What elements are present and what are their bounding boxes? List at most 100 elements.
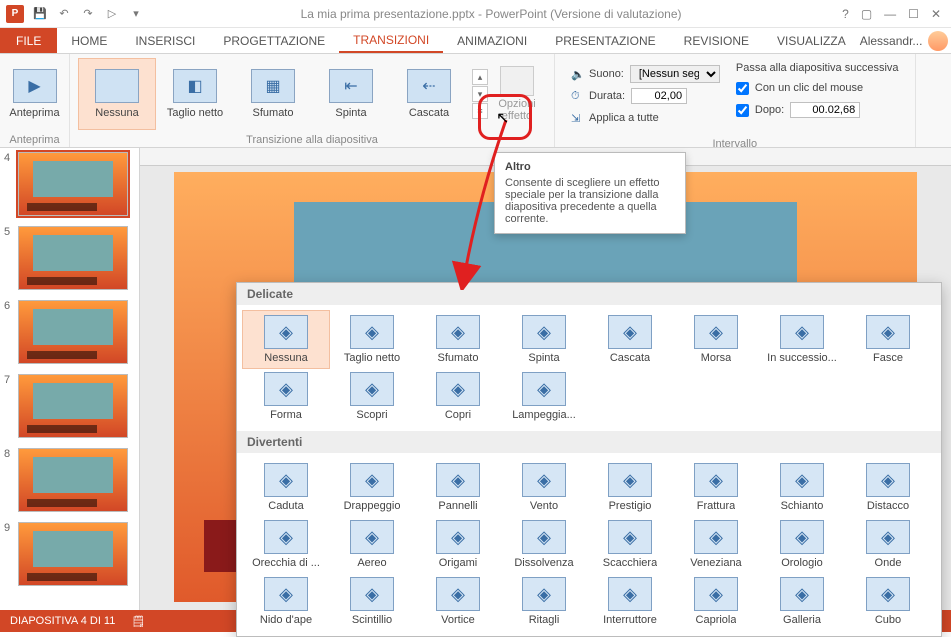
slide-thumb-4[interactable]: 4	[4, 152, 135, 216]
transition-icon: ◈	[608, 463, 652, 497]
close-icon[interactable]: ✕	[931, 7, 941, 21]
redo-icon[interactable]: ↷	[80, 6, 96, 22]
transition-nessuna[interactable]: Nessuna	[78, 58, 156, 130]
gallery-item[interactable]: ◈Ritagli	[501, 573, 587, 630]
gallery-item[interactable]: ◈Nessuna	[243, 311, 329, 368]
gallery-item[interactable]: ◈Nido d'ape	[243, 573, 329, 630]
gallery-item-label: Nessuna	[264, 352, 307, 364]
slide-thumb-6[interactable]: 6	[4, 300, 135, 364]
tab-home[interactable]: HOME	[57, 28, 121, 53]
user-area[interactable]: Alessandr...	[860, 28, 951, 53]
gallery-item[interactable]: ◈Scopri	[329, 368, 415, 425]
transition-icon: ◈	[350, 577, 394, 611]
transition-cascata[interactable]: ⇠ Cascata	[390, 58, 468, 130]
ribbon-collapse-icon[interactable]: ▢	[861, 7, 872, 21]
gallery-item[interactable]: ◈Copri	[415, 368, 501, 425]
after-input[interactable]	[790, 102, 860, 118]
file-tab[interactable]: FILE	[0, 28, 57, 53]
slide-thumb-7[interactable]: 7	[4, 374, 135, 438]
tab-progettazione[interactable]: PROGETTAZIONE	[209, 28, 339, 53]
slide-thumb-8[interactable]: 8	[4, 448, 135, 512]
tab-revisione[interactable]: REVISIONE	[670, 28, 763, 53]
gallery-item[interactable]: ◈Capriola	[673, 573, 759, 630]
save-icon[interactable]: 💾	[32, 6, 48, 22]
transition-icon: ◈	[780, 520, 824, 554]
gallery-item[interactable]: ◈Vortice	[415, 573, 501, 630]
gallery-item[interactable]: ◈Spinta	[501, 311, 587, 368]
transition-icon: ◈	[866, 315, 910, 349]
gallery-grid: ◈Nessuna◈Taglio netto◈Sfumato◈Spinta◈Cas…	[237, 305, 941, 431]
gallery-item[interactable]: ◈Drappeggio	[329, 459, 415, 516]
gallery-item[interactable]: ◈Lampeggia...	[501, 368, 587, 425]
gallery-item[interactable]: ◈Origami	[415, 516, 501, 573]
tab-animazioni[interactable]: ANIMAZIONI	[443, 28, 541, 53]
tab-transizioni[interactable]: TRANSIZIONI	[339, 28, 443, 53]
thumb-number: 5	[4, 226, 14, 290]
transition-spinta[interactable]: ⇤ Spinta	[312, 58, 390, 130]
gallery-item[interactable]: ◈Veneziana	[673, 516, 759, 573]
gallery-item[interactable]: ◈Fasce	[845, 311, 931, 368]
group-anteprima-label: Anteprima	[0, 134, 69, 148]
thumb-preview	[18, 152, 128, 216]
minimize-icon[interactable]: —	[884, 7, 896, 21]
gallery-item[interactable]: ◈Galleria	[759, 573, 845, 630]
gallery-item[interactable]: ◈Onde	[845, 516, 931, 573]
onclick-checkbox[interactable]	[736, 82, 749, 95]
qat-more-icon[interactable]: ▾	[128, 6, 144, 22]
tab-presentazione[interactable]: PRESENTAZIONE	[541, 28, 669, 53]
gallery-item[interactable]: ◈ Scacchiera	[587, 516, 673, 573]
gallery-item[interactable]: ◈Caduta	[243, 459, 329, 516]
gallery-item[interactable]: ◈Scintillio	[329, 573, 415, 630]
gallery-item-label: Prestigio	[609, 500, 652, 512]
transition-taglio[interactable]: ◧ Taglio netto	[156, 58, 234, 130]
anteprima-button[interactable]: ▶ Anteprima	[8, 58, 61, 130]
gallery-item[interactable]: ◈Aereo	[329, 516, 415, 573]
transition-icon: ◈	[608, 520, 652, 554]
tab-visualizza[interactable]: VISUALIZZA	[763, 28, 860, 53]
gallery-section-header: Delicate	[237, 283, 941, 305]
gallery-down-icon[interactable]: ▾	[472, 86, 488, 102]
applica-tutte-button[interactable]: Applica a tutte	[589, 112, 659, 124]
gallery-item[interactable]: ◈Orecchia di ...	[243, 516, 329, 573]
gallery-up-icon[interactable]: ▴	[472, 69, 488, 85]
gallery-item[interactable]: ◈Dissolvenza	[501, 516, 587, 573]
gallery-item[interactable]: ◈Orologio	[759, 516, 845, 573]
gallery-item[interactable]: ◈Frattura	[673, 459, 759, 516]
gallery-item[interactable]: ◈Cubo	[845, 573, 931, 630]
gallery-item[interactable]: ◈Schianto	[759, 459, 845, 516]
slide-thumb-5[interactable]: 5	[4, 226, 135, 290]
tab-inserisci[interactable]: INSERISCI	[121, 28, 209, 53]
gallery-item[interactable]: ◈Distacco	[845, 459, 931, 516]
help-icon[interactable]: ?	[842, 7, 849, 21]
durata-input[interactable]	[631, 88, 687, 104]
thumb-number: 8	[4, 448, 14, 512]
start-show-icon[interactable]: ▷	[104, 6, 120, 22]
opzioni-effetto-button[interactable]: Opzioni effetto	[488, 66, 546, 122]
suono-select[interactable]: [Nessun seg...	[630, 65, 720, 83]
slide-thumb-9[interactable]: 9	[4, 522, 135, 586]
transition-sfumato[interactable]: ▦ Sfumato	[234, 58, 312, 130]
gallery-item[interactable]: ◈Vento	[501, 459, 587, 516]
gallery-item[interactable]: ◈Morsa	[673, 311, 759, 368]
gallery-item[interactable]: ◈ Prestigio	[587, 459, 673, 516]
gallery-item-label: Scacchiera	[603, 557, 657, 569]
gallery-item[interactable]: ◈Sfumato	[415, 311, 501, 368]
gallery-item[interactable]: ◈In successio...	[759, 311, 845, 368]
gallery-more-button[interactable]: ≡	[472, 103, 488, 119]
gallery-grid: ◈Caduta◈Drappeggio◈Pannelli◈Vento ◈ Presti…	[237, 453, 941, 636]
notes-icon[interactable]: 🗒	[131, 615, 145, 628]
transition-icon: ◈	[264, 520, 308, 554]
undo-icon[interactable]: ↶	[56, 6, 72, 22]
slide-thumbnails[interactable]: 4 5 6 7 8 9	[0, 148, 140, 610]
gallery-item[interactable]: ◈Cascata	[587, 311, 673, 368]
transition-icon: ◈	[866, 463, 910, 497]
gallery-item[interactable]: ◈Taglio netto	[329, 311, 415, 368]
after-checkbox[interactable]	[736, 104, 749, 117]
gallery-item[interactable]: ◈Pannelli	[415, 459, 501, 516]
gallery-item[interactable]: ◈Forma	[243, 368, 329, 425]
gallery-item[interactable]: ◈Interruttore	[587, 573, 673, 630]
transition-icon: ◈	[608, 577, 652, 611]
user-avatar[interactable]	[928, 31, 948, 51]
maximize-icon[interactable]: ☐	[908, 7, 919, 21]
transition-gallery-dropdown[interactable]: Delicate◈Nessuna◈Taglio netto◈Sfumato◈Sp…	[236, 282, 942, 637]
